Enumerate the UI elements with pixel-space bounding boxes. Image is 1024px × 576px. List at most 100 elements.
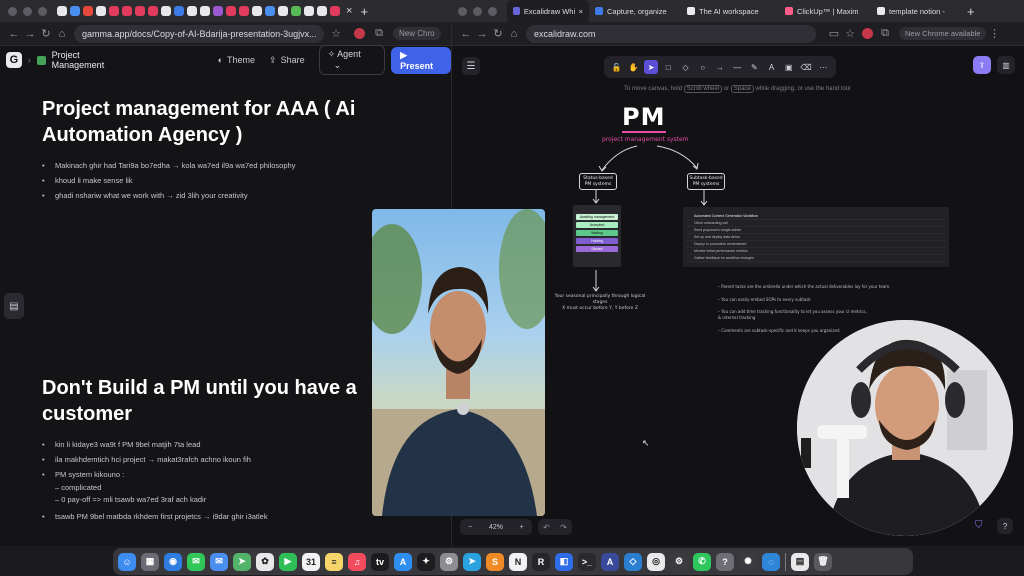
document-icon[interactable]: ▤ bbox=[791, 552, 809, 571]
zoom-in-button[interactable]: + bbox=[520, 524, 524, 531]
sublime-icon[interactable]: S bbox=[486, 552, 504, 571]
profile-avatar[interactable] bbox=[354, 28, 365, 39]
list-item: tsawb PM 9bel matbda rkhdem first projet… bbox=[42, 509, 268, 524]
left-nav-bar: ← → ↻ ⌂ gamma.app/docs/Copy-of-AI-Bdarij… bbox=[0, 22, 451, 46]
maps-icon[interactable]: ➤ bbox=[233, 552, 251, 571]
table-row: Deploy to production environment bbox=[686, 241, 946, 248]
mouse-cursor-icon: ↖ bbox=[642, 438, 650, 448]
telegram-icon[interactable]: ➤ bbox=[463, 552, 481, 571]
extensions-icon[interactable]: ⧉ bbox=[371, 27, 387, 40]
whatsapp-icon[interactable]: ✆ bbox=[693, 552, 711, 571]
address-bar[interactable]: gamma.app/docs/Copy-of-AI-Bdarija-presen… bbox=[74, 24, 324, 43]
macos-dock: ☺ ▦ ◉ ✉ ✉ ➤ ✿ ▶ 31 ≡ ♫ tv A ✦ ⚙ ➤ S N R ◧ >_ A ◇ ◎ ⚙ ✆? ✺ ◌ ▤ 🗑 bbox=[113, 548, 913, 575]
table-row: Set up and deploy data demo bbox=[686, 234, 946, 241]
forward-icon[interactable]: → bbox=[22, 28, 38, 40]
subtask-note: – Comments are subtask-specific and it k… bbox=[718, 328, 840, 333]
capture-icon[interactable]: ◧ bbox=[555, 552, 573, 571]
status-note: Your seasonal principally through logica… bbox=[554, 294, 646, 311]
terminal-icon[interactable]: >_ bbox=[578, 552, 596, 571]
list-item: Holding bbox=[576, 238, 618, 244]
calendar-icon[interactable]: 31 bbox=[302, 552, 320, 571]
launchpad-icon[interactable]: ▦ bbox=[141, 552, 159, 571]
gamma-toolbar: G › Project Management ◐ Theme ⇪ Share ✧ A… bbox=[0, 45, 451, 75]
presenter-image bbox=[372, 209, 545, 516]
subtask-table-card[interactable]: Automated Content Generation Workflow Cl… bbox=[683, 207, 949, 267]
tab-close-icon[interactable]: × bbox=[346, 5, 352, 17]
status-based-box[interactable]: Status-based PM systems bbox=[579, 173, 617, 190]
subtask-note: – You can easily embed SOPs to every sub… bbox=[718, 297, 811, 302]
bookmark-star-icon[interactable]: ☆ bbox=[328, 27, 344, 40]
share-button[interactable]: ⇪ Share bbox=[269, 55, 305, 66]
chevron-down-icon: ⌄ bbox=[333, 60, 342, 70]
app-store-icon[interactable]: A bbox=[394, 552, 412, 571]
trash-icon[interactable]: 🗑 bbox=[814, 552, 832, 571]
window-controls[interactable] bbox=[8, 6, 47, 16]
list-item: – 0 pay-off => mli tsawb wa7ed 3raf ach … bbox=[55, 495, 207, 504]
table-row: Gather feedback for workflow changes bbox=[686, 255, 946, 262]
settings-icon[interactable]: ⚙ bbox=[440, 552, 458, 571]
shield-icon[interactable]: ⛉ bbox=[975, 520, 987, 532]
list-item: Accepted bbox=[576, 222, 618, 228]
dock-separator bbox=[785, 552, 786, 571]
facetime-icon[interactable]: ▶ bbox=[279, 552, 297, 571]
list-item: Waiting bbox=[576, 230, 618, 236]
list-item: khoud li make sense lik bbox=[42, 173, 295, 188]
photos-icon[interactable]: ✿ bbox=[256, 552, 274, 571]
chatgpt-icon[interactable]: ✺ bbox=[739, 552, 757, 571]
slide-panel-toggle[interactable]: ▤ bbox=[4, 293, 24, 319]
status-list-card[interactable]: Awaiting management Accepted Waiting Hol… bbox=[573, 205, 621, 267]
help-icon[interactable]: ? bbox=[997, 518, 1013, 534]
safari-icon[interactable]: ◉ bbox=[164, 552, 182, 571]
home-icon[interactable]: ⌂ bbox=[54, 28, 70, 40]
present-button[interactable]: ▶ Present bbox=[391, 46, 451, 74]
tv-icon[interactable]: tv bbox=[371, 552, 389, 571]
screenshot-icon[interactable]: ◌ bbox=[762, 552, 780, 571]
gamma-logo[interactable]: G bbox=[6, 52, 22, 68]
presenter-image bbox=[797, 320, 1013, 536]
cog-app-icon[interactable]: ⚙ bbox=[670, 552, 688, 571]
vscode-icon[interactable]: ◇ bbox=[624, 552, 642, 571]
table-row: Client onboarding call bbox=[686, 220, 946, 227]
slide2-heading: Don't Build a PM until you have a custom… bbox=[42, 377, 357, 425]
share-icon: ⇪ bbox=[269, 54, 277, 65]
mail-icon[interactable]: ✉ bbox=[210, 552, 228, 571]
palette-icon: ◐ bbox=[217, 55, 224, 65]
pinned-tabs[interactable] bbox=[57, 6, 340, 16]
notion-icon[interactable]: N bbox=[509, 552, 527, 571]
zoom-controls: − 42% + bbox=[460, 519, 532, 535]
list-item: – complicated bbox=[55, 483, 102, 492]
zoom-level[interactable]: 42% bbox=[489, 524, 503, 531]
new-chrome-button[interactable]: New Chro bbox=[393, 27, 441, 40]
affinity-icon[interactable]: A bbox=[601, 552, 619, 571]
redo-icon[interactable]: ↷ bbox=[560, 523, 567, 532]
undo-icon[interactable]: ↶ bbox=[543, 523, 550, 532]
subtask-note: – Parent tasks are the umbrella under wh… bbox=[718, 284, 891, 289]
slide1-bullets: Makinach ghir had Tari9a bo7edha → kola … bbox=[42, 158, 295, 203]
back-icon[interactable]: ← bbox=[6, 28, 22, 40]
project-icon bbox=[36, 55, 46, 65]
reload-icon[interactable]: ↻ bbox=[38, 27, 54, 40]
play-icon: ▶ bbox=[400, 49, 408, 60]
presenter-video-portrait bbox=[372, 209, 545, 516]
new-tab-icon[interactable]: + bbox=[360, 4, 368, 19]
list-item: Makinach ghir had Tari9a bo7edha → kola … bbox=[42, 158, 295, 173]
project-title[interactable]: Project Management bbox=[52, 50, 134, 70]
slide1-heading: Project management for AAA ( Ai Automati… bbox=[42, 98, 356, 146]
messages-icon[interactable]: ✉ bbox=[187, 552, 205, 571]
r-app-icon[interactable]: R bbox=[532, 552, 550, 571]
table-row: Monitor initial performance metrics bbox=[686, 248, 946, 255]
zoom-out-button[interactable]: − bbox=[468, 524, 472, 531]
agent-button[interactable]: ✧ Agent ⌄ bbox=[318, 45, 386, 75]
theme-button[interactable]: ◐ Theme bbox=[218, 55, 255, 65]
panel-icon: ▤ bbox=[9, 300, 19, 312]
chrome-icon[interactable]: ◎ bbox=[647, 552, 665, 571]
figma-icon[interactable]: ✦ bbox=[417, 552, 435, 571]
subtask-note: & internal tracking bbox=[718, 315, 756, 320]
chevron-right-icon: › bbox=[27, 55, 31, 65]
finder-icon[interactable]: ☺ bbox=[118, 552, 136, 571]
undo-redo-controls: ↶ ↷ bbox=[538, 519, 572, 535]
music-icon[interactable]: ♫ bbox=[348, 552, 366, 571]
help-icon[interactable]: ? bbox=[716, 552, 734, 571]
subtask-based-box[interactable]: Subtask-based PM systems bbox=[687, 173, 725, 190]
notes-icon[interactable]: ≡ bbox=[325, 552, 343, 571]
